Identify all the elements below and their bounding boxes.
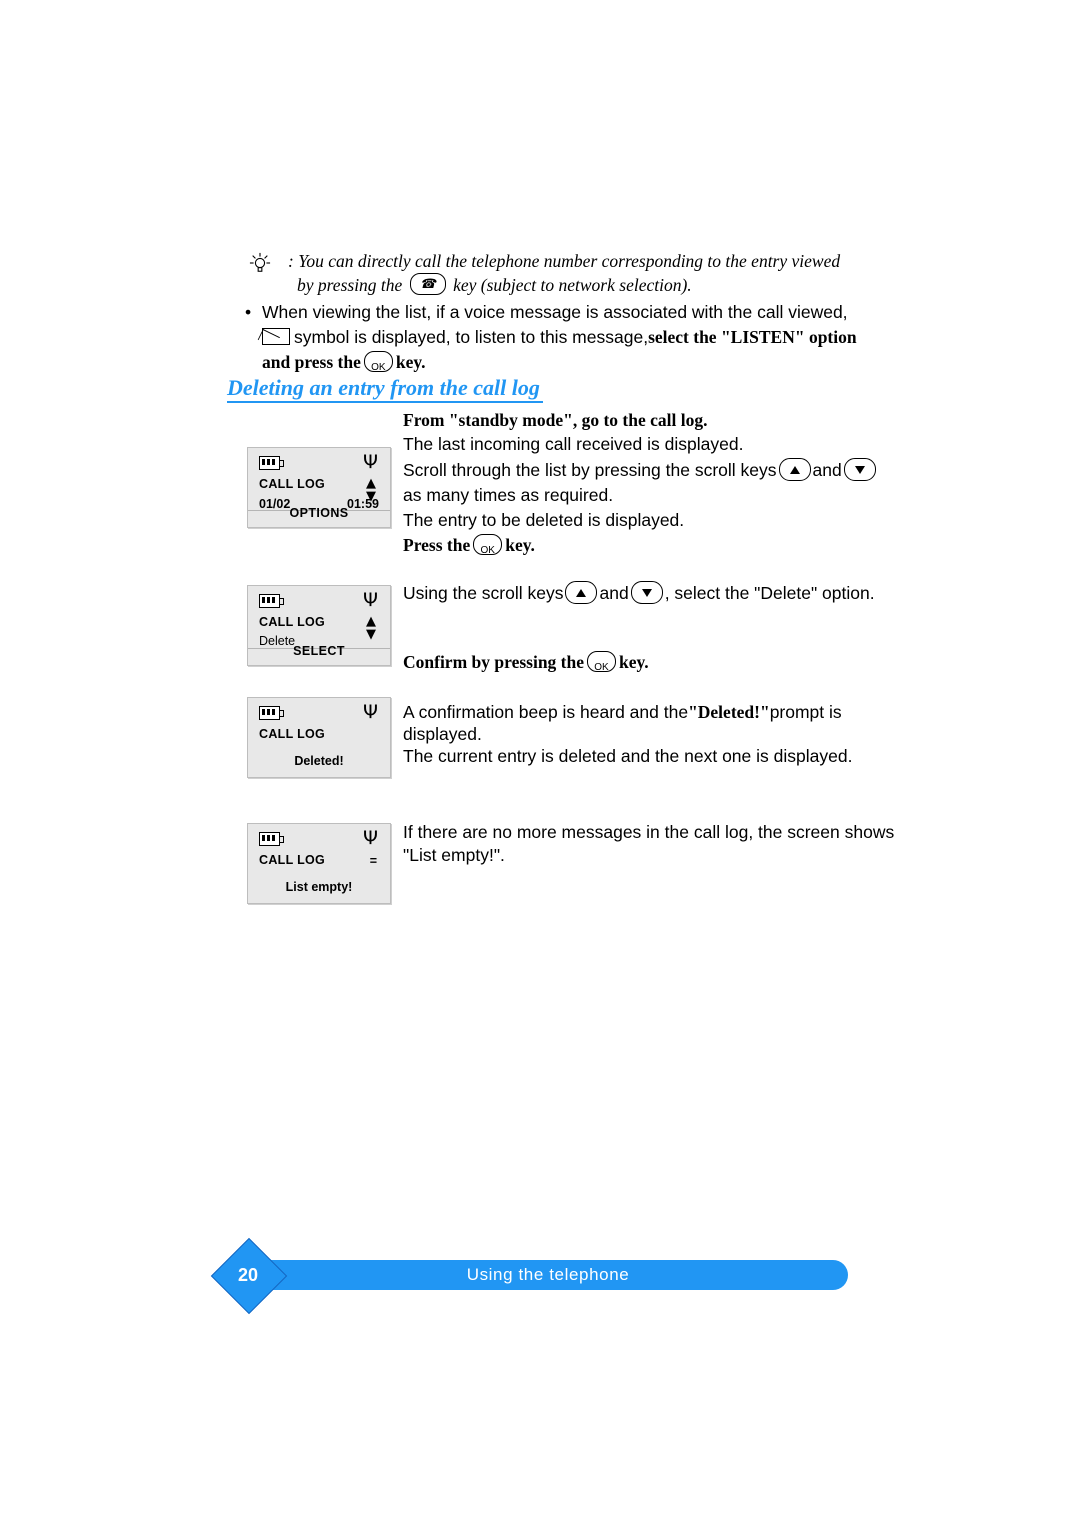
tip-line-2-before: by pressing the <box>297 275 403 295</box>
lcd-title-4: CALL LOG <box>259 853 326 867</box>
step-10-line2: "List empty!". <box>403 845 505 865</box>
step-3-mid: and <box>812 460 842 480</box>
battery-icon <box>259 456 284 470</box>
bullet-line-2-text: symbol is displayed, to listen to this m… <box>294 327 649 347</box>
tip-block: : You can directly call the telephone nu… <box>245 250 885 297</box>
scroll-down-key-icon <box>843 458 876 481</box>
bullet-line-2-bold: select the "LISTEN" option <box>648 327 857 347</box>
antenna-icon-4: Ψ <box>363 827 378 849</box>
step-5-before: Press the <box>403 535 471 555</box>
tip-line-2: by pressing the ☎ key (subject to networ… <box>245 273 885 297</box>
lcd-title-3: CALL LOG <box>259 727 326 741</box>
step-6-text: Using the scroll keys and , select the "De… <box>403 581 875 606</box>
up-down-arrows-icon-2: ▲ ▼ <box>366 614 376 642</box>
lcd-title-2: CALL LOG <box>259 615 326 629</box>
phone-handset-icon: ☎ <box>409 273 446 295</box>
footer-section-title: Using the telephone <box>466 1265 630 1284</box>
step-5-text: Press the OK key. <box>403 533 535 558</box>
antenna-icon-2: Ψ <box>363 589 378 611</box>
bullet-marker: • <box>245 302 252 322</box>
bullet-line-3-before: and press the <box>262 352 361 372</box>
lcd-message-deleted: Deleted! <box>294 754 344 768</box>
step-7-after: key. <box>619 652 649 672</box>
bullet-text: When viewing the list, if a voice messag… <box>262 302 848 322</box>
lcd-message-list-empty: List empty! <box>285 880 353 894</box>
battery-icon-4 <box>259 832 284 846</box>
ok-key-label-2: OK <box>480 545 495 556</box>
step-6-after: , select the "Delete" option. <box>664 583 875 603</box>
page-title: Deleting an entry from the call log <box>227 375 540 400</box>
heading-underline <box>227 401 543 403</box>
step-7-before: Confirm by pressing the <box>403 652 585 672</box>
step-1-text: From "standby mode", go to the call log. <box>403 410 708 430</box>
battery-icon-2 <box>259 594 284 608</box>
scroll-up-key-icon-2 <box>565 581 598 604</box>
lcd-softkey-select: SELECT <box>293 644 345 658</box>
step-8-after: prompt is <box>769 702 842 722</box>
step-6-mid: and <box>599 583 629 603</box>
lightbulb-icon <box>249 252 271 272</box>
lcd-softkey-options: OPTIONS <box>289 506 349 520</box>
envelope-icon <box>262 328 290 345</box>
ok-key-icon: OK <box>363 351 393 373</box>
step-5-after: key. <box>505 535 535 555</box>
ok-key-icon-3: OK <box>587 651 617 673</box>
page-number: 20 <box>237 1265 259 1285</box>
bullet-block: • When viewing the list, if a voice mess… <box>245 300 905 375</box>
bullet-line-3-after: key. <box>395 352 426 372</box>
step-3-text: Scroll through the list by pressing the … <box>403 458 878 483</box>
lcd-title: CALL LOG <box>259 477 326 491</box>
step-9-text: The current entry is deleted and the nex… <box>403 746 853 766</box>
lcd-call-log-delete: Ψ CALL LOG ▲ ▼ Delete SELECT <box>247 585 391 666</box>
step-7-text: Confirm by pressing the OK key. <box>403 650 649 675</box>
bullet-line-2: symbol is displayed, to listen to this m… <box>245 325 905 350</box>
ok-key-label-3: OK <box>594 662 609 673</box>
step-4-text: The entry to be deleted is displayed. <box>403 510 685 530</box>
lcd-equals-indicator: = <box>369 854 377 868</box>
list-item: • When viewing the list, if a voice mess… <box>245 300 905 325</box>
ok-key-icon-2: OK <box>473 534 503 556</box>
lcd-call-log-deleted: Ψ CALL LOG Deleted! <box>247 697 391 778</box>
bullet-line-3: and press the OK key. <box>245 350 905 375</box>
antenna-icon-3: Ψ <box>363 701 378 723</box>
lcd-call-log-empty: Ψ CALL LOG = List empty! <box>247 823 391 904</box>
step-3-text-cont: as many times as required. <box>403 485 614 505</box>
step-3-before: Scroll through the list by pressing the … <box>403 460 777 480</box>
document-page: : You can directly call the telephone nu… <box>0 0 1080 1528</box>
step-6-before: Using the scroll keys <box>403 583 564 603</box>
step-10-line1: If there are no more messages in the cal… <box>403 822 895 842</box>
step-2-text: The last incoming call received is displ… <box>403 434 744 454</box>
tip-line-1: : You can directly call the telephone nu… <box>288 251 841 271</box>
tip-line-2-after: key (subject to network selection). <box>453 275 692 295</box>
scroll-down-key-icon-2 <box>630 581 663 604</box>
lcd-call-log-options: Ψ CALL LOG ▲ ▼ 01/02 01:59 OPTIONS <box>247 447 391 528</box>
step-8-before: A confirmation beep is heard and the <box>403 702 689 722</box>
antenna-icon: Ψ <box>363 451 378 473</box>
step-8-bold: "Deleted!" <box>688 702 770 722</box>
scroll-up-key-icon <box>778 458 811 481</box>
battery-icon-3 <box>259 706 284 720</box>
